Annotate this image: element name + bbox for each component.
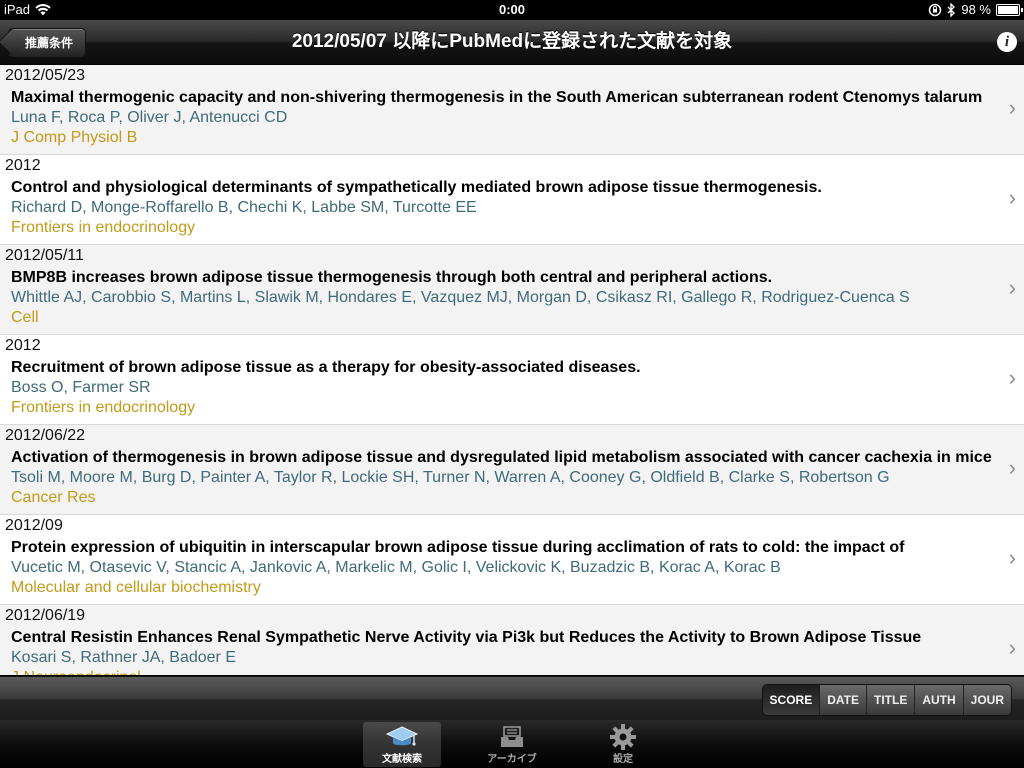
article-date: 2012 <box>5 337 41 354</box>
battery-percent: 98 % <box>961 2 991 17</box>
chevron-right-icon: › <box>1008 275 1016 300</box>
article-date: 2012/06/19 <box>5 607 86 624</box>
chevron-right-icon: › <box>1008 455 1016 480</box>
article-date: 2012/06/22 <box>5 427 86 444</box>
article-journal: J Neuroendocrinol <box>11 669 141 675</box>
sort-date-button[interactable]: DATE <box>819 685 866 715</box>
tab-label: アーカイブ <box>487 754 537 765</box>
article-row[interactable]: 2012 Recruitment of brown adipose tissue… <box>0 335 1024 425</box>
chevron-right-icon: › <box>1008 185 1016 210</box>
tab-bar: 文献検索 アーカイブ 設定 <box>0 720 1024 768</box>
tab-label: 文献検索 <box>382 754 422 765</box>
article-journal: Cell <box>11 309 39 326</box>
chevron-right-icon: › <box>1008 545 1016 570</box>
article-authors: Luna F, Roca P, Oliver J, Antenucci CD <box>11 109 288 126</box>
archive-tray-icon <box>501 726 523 747</box>
sort-jour-button[interactable]: JOUR <box>962 685 1011 715</box>
article-title: Recruitment of brown adipose tissue as a… <box>11 359 641 376</box>
article-authors: Boss O, Farmer SR <box>11 379 151 396</box>
article-title: Central Resistin Enhances Renal Sympathe… <box>11 629 922 646</box>
article-date: 2012 <box>5 157 41 174</box>
article-authors: Vucetic M, Otasevic V, Stancic A, Jankov… <box>11 559 781 576</box>
article-title: Protein expression of ubiquitin in inter… <box>11 539 905 556</box>
article-journal: Frontiers in endocrinology <box>11 399 196 416</box>
article-title: Activation of thermogenesis in brown adi… <box>11 449 992 466</box>
article-row[interactable]: 2012/09 Protein expression of ubiquitin … <box>0 515 1024 605</box>
sort-score-button[interactable]: SCORE <box>762 685 820 715</box>
article-title: BMP8B increases brown adipose tissue the… <box>11 269 773 286</box>
article-row[interactable]: 2012/05/11 BMP8B increases brown adipose… <box>0 245 1024 335</box>
graduation-cap-icon <box>385 726 419 746</box>
article-journal: J Comp Physiol B <box>11 129 138 146</box>
article-row[interactable]: 2012/06/22 Activation of thermogenesis i… <box>0 425 1024 515</box>
sort-toolbar: SCORE DATE TITLE AUTH JOUR <box>0 676 1024 721</box>
gear-icon <box>610 724 636 750</box>
status-time: 0:00 <box>498 2 526 17</box>
tab-literature-search[interactable]: 文献検索 <box>363 722 441 767</box>
article-authors: Whittle AJ, Carobbio S, Martins L, Slawi… <box>11 289 910 306</box>
article-journal: Frontiers in endocrinology <box>11 219 196 236</box>
article-row[interactable]: 2012 Control and physiological determina… <box>0 155 1024 245</box>
article-journal: Molecular and cellular biochemistry <box>11 579 261 596</box>
sort-segmented-control: SCORE DATE TITLE AUTH JOUR <box>761 684 1012 716</box>
battery-icon <box>996 4 1023 16</box>
chevron-right-icon: › <box>1008 95 1016 120</box>
navigation-bar: 推薦条件 2012/05/07 以降にPubMedに登録された文献を対象 i <box>0 20 1024 65</box>
status-bar: iPad 0:00 98 % <box>0 0 1024 20</box>
article-journal: Cancer Res <box>11 489 96 506</box>
tab-label: 設定 <box>613 754 633 765</box>
article-date: 2012/05/11 <box>5 247 84 264</box>
article-row[interactable]: 2012/05/23 Maximal thermogenic capacity … <box>0 65 1024 155</box>
article-date: 2012/05/23 <box>5 67 86 84</box>
tab-archive[interactable]: アーカイブ <box>473 722 551 767</box>
rotation-lock-icon <box>929 3 942 17</box>
chevron-right-icon: › <box>1008 635 1016 660</box>
sort-auth-button[interactable]: AUTH <box>914 685 963 715</box>
article-list[interactable]: 2012/05/23 Maximal thermogenic capacity … <box>0 65 1024 675</box>
tab-settings[interactable]: 設定 <box>584 722 662 767</box>
sort-title-button[interactable]: TITLE <box>866 685 915 715</box>
article-row[interactable]: 2012/06/19 Central Resistin Enhances Ren… <box>0 605 1024 675</box>
article-authors: Richard D, Monge-Roffarello B, Chechi K,… <box>11 199 477 216</box>
article-title: Maximal thermogenic capacity and non-shi… <box>11 89 983 106</box>
article-date: 2012/09 <box>5 517 63 534</box>
info-icon[interactable]: i <box>997 32 1017 52</box>
bluetooth-icon <box>947 3 956 17</box>
chevron-right-icon: › <box>1008 365 1016 390</box>
article-authors: Kosari S, Rathner JA, Badoer E <box>11 649 236 666</box>
article-authors: Tsoli M, Moore M, Burg D, Painter A, Tay… <box>11 469 890 486</box>
article-title: Control and physiological determinants o… <box>11 179 822 196</box>
page-title: 2012/05/07 以降にPubMedに登録された文献を対象 <box>291 31 733 52</box>
